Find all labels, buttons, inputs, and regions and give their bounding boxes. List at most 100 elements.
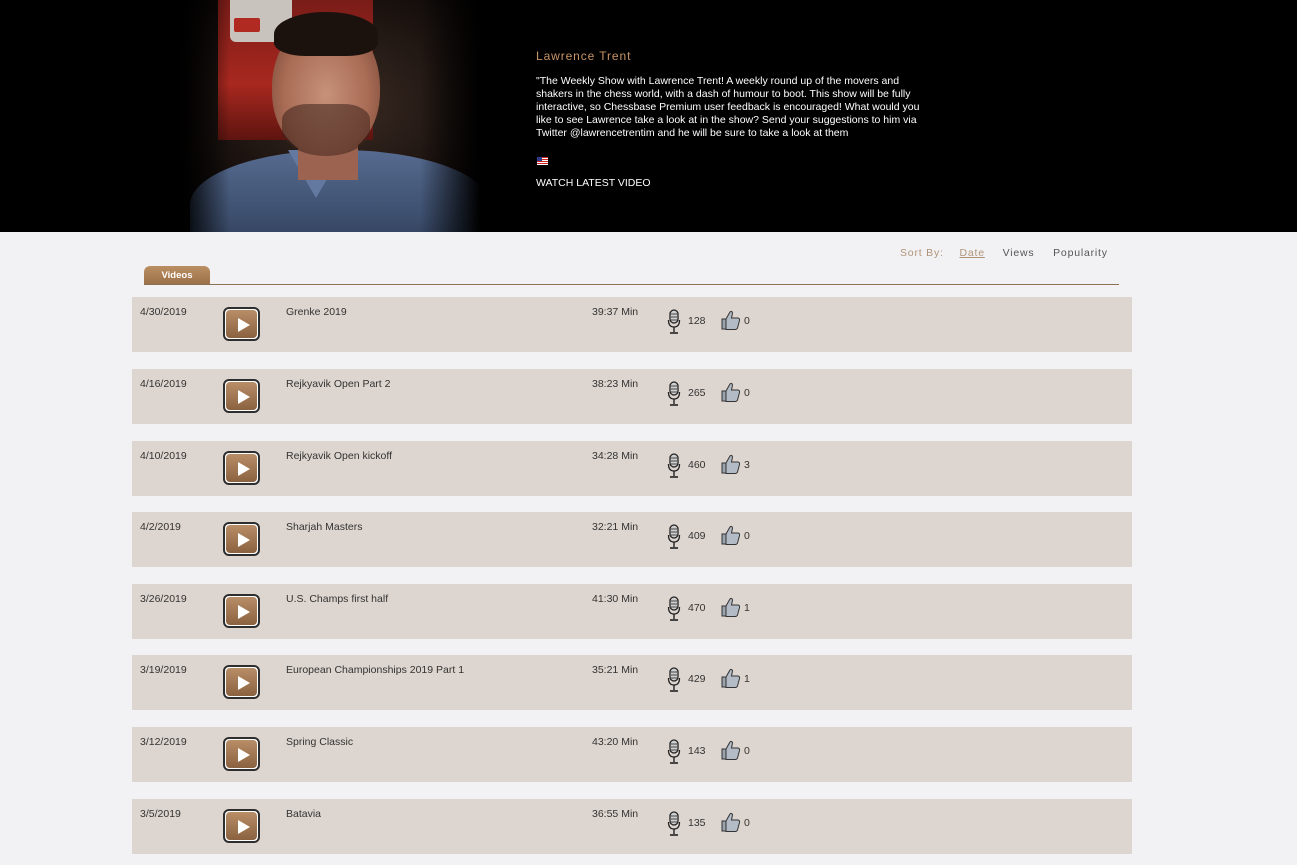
video-row: 3/5/2019 Batavia 36:55 Min 135 0: [132, 799, 1132, 854]
play-icon: [226, 740, 257, 768]
play-triangle: [238, 748, 250, 762]
microphone-icon: [667, 596, 681, 621]
like-count: 3: [744, 459, 750, 471]
play-button[interactable]: [223, 809, 260, 843]
video-duration: 38:23 Min: [592, 378, 639, 390]
video-title[interactable]: Batavia: [286, 808, 321, 820]
view-count: 265: [688, 387, 706, 399]
thumbs-up-icon[interactable]: [719, 667, 741, 689]
like-count: 0: [744, 745, 750, 757]
thumbs-up-icon[interactable]: [719, 596, 741, 618]
play-triangle: [238, 676, 250, 690]
video-row: 4/10/2019 Rejkyavik Open kickoff 34:28 M…: [132, 441, 1132, 496]
view-count: 409: [688, 530, 706, 542]
like-count: 1: [744, 673, 750, 685]
video-title[interactable]: Grenke 2019: [286, 306, 347, 318]
sort-option-popularity[interactable]: Popularity: [1053, 247, 1108, 259]
play-icon: [226, 454, 257, 482]
like-count: 0: [744, 387, 750, 399]
sort-option-views[interactable]: Views: [1003, 247, 1035, 259]
video-duration: 41:30 Min: [592, 593, 639, 605]
view-count: 429: [688, 673, 706, 685]
microphone-icon: [667, 309, 681, 334]
play-icon: [226, 597, 257, 625]
view-count: 470: [688, 602, 706, 614]
play-icon: [226, 310, 257, 338]
video-row: 4/30/2019 Grenke 2019 39:37 Min 128 0: [132, 297, 1132, 352]
thumbs-up-icon[interactable]: [719, 739, 741, 761]
video-date: 4/2/2019: [140, 521, 181, 533]
play-triangle: [238, 605, 250, 619]
video-date: 3/26/2019: [140, 593, 187, 605]
view-count: 128: [688, 315, 706, 327]
video-date: 4/10/2019: [140, 450, 187, 462]
author-beard: [282, 104, 370, 156]
like-count: 0: [744, 530, 750, 542]
microphone-icon: [667, 524, 681, 549]
play-button[interactable]: [223, 379, 260, 413]
play-triangle: [238, 462, 250, 476]
play-triangle: [238, 318, 250, 332]
view-count: 460: [688, 459, 706, 471]
video-row: 4/16/2019 Rejkyavik Open Part 2 38:23 Mi…: [132, 369, 1132, 424]
sort-label: Sort By:: [900, 247, 944, 259]
video-duration: 32:21 Min: [592, 521, 639, 533]
author-header: Lawrence Trent "The Weekly Show with Law…: [0, 0, 1297, 232]
video-title[interactable]: U.S. Champs first half: [286, 593, 388, 605]
author-hair: [274, 12, 378, 56]
video-row: 3/19/2019 European Championships 2019 Pa…: [132, 655, 1132, 710]
video-title[interactable]: Spring Classic: [286, 736, 353, 748]
video-date: 4/30/2019: [140, 306, 187, 318]
play-button[interactable]: [223, 307, 260, 341]
microphone-icon: [667, 667, 681, 692]
sort-option-date[interactable]: Date: [959, 247, 984, 259]
thumbs-up-icon[interactable]: [719, 453, 741, 475]
watch-latest-video-link[interactable]: WATCH LATEST VIDEO: [536, 177, 651, 189]
video-title[interactable]: European Championships 2019 Part 1: [286, 664, 464, 676]
video-title[interactable]: Rejkyavik Open kickoff: [286, 450, 392, 462]
video-row: 3/12/2019 Spring Classic 43:20 Min 143 0: [132, 727, 1132, 782]
video-title[interactable]: Sharjah Masters: [286, 521, 362, 533]
video-row: 3/26/2019 U.S. Champs first half 41:30 M…: [132, 584, 1132, 639]
tab-videos[interactable]: Videos: [144, 266, 210, 284]
video-date: 3/5/2019: [140, 808, 181, 820]
play-triangle: [238, 390, 250, 404]
show-description: "The Weekly Show with Lawrence Trent! A …: [536, 75, 920, 139]
play-triangle: [238, 820, 250, 834]
video-duration: 36:55 Min: [592, 808, 639, 820]
play-triangle: [238, 533, 250, 547]
like-count: 0: [744, 315, 750, 327]
thumbs-up-icon[interactable]: [719, 381, 741, 403]
like-count: 0: [744, 817, 750, 829]
play-icon: [226, 525, 257, 553]
microphone-icon: [667, 381, 681, 406]
video-duration: 43:20 Min: [592, 736, 639, 748]
thumbs-up-icon[interactable]: [719, 309, 741, 331]
microphone-icon: [667, 811, 681, 836]
play-button[interactable]: [223, 737, 260, 771]
photo-fade-right: [420, 0, 480, 232]
author-name: Lawrence Trent: [536, 49, 632, 63]
video-duration: 39:37 Min: [592, 306, 639, 318]
video-row: 4/2/2019 Sharjah Masters 32:21 Min 409 0: [132, 512, 1132, 567]
view-count: 135: [688, 817, 706, 829]
microphone-icon: [667, 453, 681, 478]
video-date: 3/19/2019: [140, 664, 187, 676]
thumbs-up-icon[interactable]: [719, 524, 741, 546]
video-date: 3/12/2019: [140, 736, 187, 748]
thumbs-up-icon[interactable]: [719, 811, 741, 833]
play-icon: [226, 668, 257, 696]
play-button[interactable]: [223, 522, 260, 556]
play-icon: [226, 382, 257, 410]
view-count: 143: [688, 745, 706, 757]
chessbase-logo-mark: [234, 18, 260, 32]
author-photo: [180, 0, 480, 232]
play-button[interactable]: [223, 451, 260, 485]
video-duration: 34:28 Min: [592, 450, 639, 462]
video-title[interactable]: Rejkyavik Open Part 2: [286, 378, 390, 390]
photo-fade-left: [180, 0, 230, 232]
microphone-icon: [667, 739, 681, 764]
play-button[interactable]: [223, 594, 260, 628]
play-button[interactable]: [223, 665, 260, 699]
us-flag-icon: [537, 157, 548, 165]
